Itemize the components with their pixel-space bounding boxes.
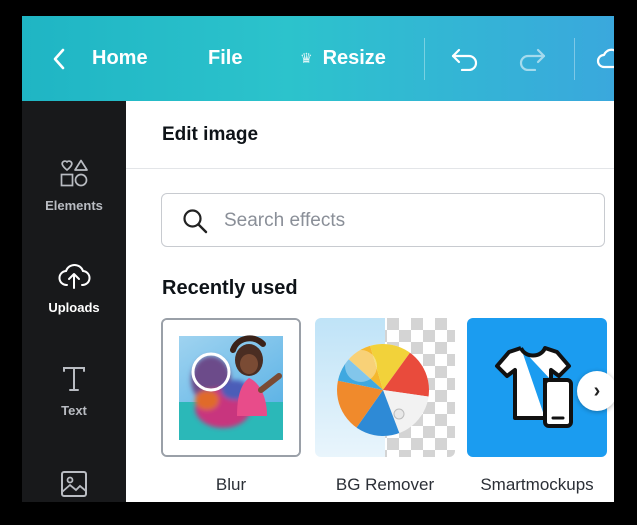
effect-label: Smartmockups (480, 475, 594, 494)
redo-icon (519, 48, 546, 71)
sidebar-item-label: Uploads (48, 300, 100, 315)
sidebar-item-label: Text (61, 403, 87, 418)
undo-button[interactable] (450, 16, 480, 101)
crown-icon: ♛ (300, 50, 313, 66)
text-icon (63, 367, 85, 391)
redo-button[interactable] (517, 16, 547, 101)
effect-label: Blur (215, 475, 247, 494)
home-button[interactable]: Home (92, 16, 148, 101)
blur-preview-image (163, 320, 299, 455)
effect-card-blur[interactable]: Blur (161, 318, 301, 495)
panel-title: Edit image (162, 124, 259, 145)
top-toolbar: Home File ♛ Resize (22, 16, 614, 101)
sidebar-item-label: Elements (45, 198, 103, 213)
effect-card-bg-remover[interactable]: BG Remover (315, 318, 455, 495)
blur-thumbnail (161, 318, 301, 457)
effect-label: BG Remover (335, 475, 435, 494)
search-effects-input[interactable] (222, 206, 586, 236)
beach-ball-preview-image (315, 318, 455, 457)
undo-icon (451, 48, 478, 71)
sidebar-item-photos[interactable] (22, 469, 126, 502)
edit-image-panel: Edit image Recently used (126, 101, 614, 502)
elements-icon (60, 159, 88, 187)
file-menu-button[interactable]: File (208, 16, 242, 101)
photos-icon (61, 471, 87, 497)
back-button[interactable] (52, 16, 66, 101)
cloud-save-button[interactable] (596, 16, 614, 101)
cloud-icon (596, 48, 614, 68)
search-icon (183, 209, 208, 234)
carousel-next-button[interactable]: › (577, 371, 614, 411)
search-box[interactable] (161, 193, 605, 247)
left-sidebar: Elements Uploads Text (22, 101, 126, 502)
recently-used-heading: Recently used (162, 277, 298, 299)
sidebar-item-text[interactable]: Text (22, 364, 126, 418)
toolbar-divider (424, 38, 425, 80)
app-window: Home File ♛ Resize Elements Uploads Text… (22, 16, 614, 502)
panel-divider (126, 168, 614, 169)
chevron-left-icon (53, 48, 65, 69)
chevron-right-icon: › (593, 379, 601, 402)
toolbar-divider (574, 38, 575, 80)
resize-button[interactable]: ♛ Resize (300, 16, 386, 101)
bg-remover-thumbnail (315, 318, 455, 457)
sidebar-item-elements[interactable]: Elements (22, 157, 126, 213)
sidebar-item-uploads[interactable]: Uploads (22, 261, 126, 315)
upload-cloud-icon (58, 264, 91, 289)
resize-label: Resize (322, 47, 386, 69)
